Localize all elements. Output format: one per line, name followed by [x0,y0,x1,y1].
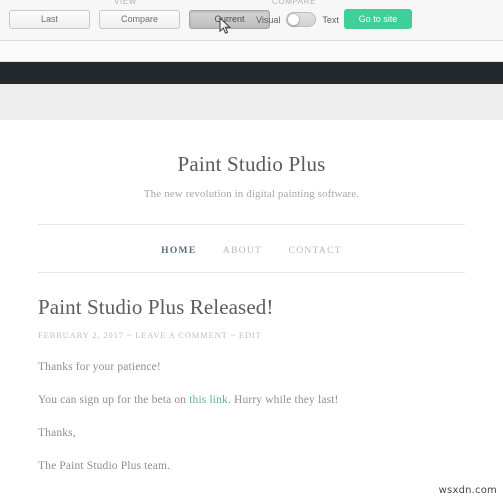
post-paragraph-4: The Paint Studio Plus team. [38,460,171,472]
nav-item-contact[interactable]: CONTACT [289,246,342,256]
toggle-label-text: Text [322,14,339,25]
this-link[interactable]: this link [189,394,228,406]
site-preview-frame: Paint Studio Plus The new revolution in … [0,41,503,500]
post-paragraph-1: Thanks for your patience! [38,361,161,373]
toggle-knob [287,13,301,26]
paragraph-2-text-after: . Hurry while they last! [227,394,339,406]
site-description: The new revolution in digital painting s… [143,188,360,200]
leave-a-comment-link[interactable]: LEAVE A COMMENT [135,330,227,340]
meta-separator-2: ~ [230,330,236,340]
post-title[interactable]: Paint Studio Plus Released! [38,295,465,320]
compare-button[interactable]: Compare [99,10,180,29]
blog-post: Paint Studio Plus Released! FEBRUARY 2, … [38,273,465,472]
preview-toolbar: View Compare Last Compare Current Visual… [0,0,503,41]
visual-text-toggle-group: Visual Text [256,12,339,27]
post-paragraph-3: Thanks, [38,427,76,439]
nav-item-home[interactable]: HOME [161,246,196,256]
preview-top-gap [0,41,503,62]
post-paragraph-2: You can sign up for the beta on this lin… [38,373,465,406]
wp-admin-bar[interactable] [0,62,503,84]
toggle-label-visual: Visual [256,14,281,25]
post-body: Thanks for your patience! You can sign u… [38,340,465,472]
edit-post-link[interactable]: EDIT [239,330,262,340]
post-meta: FEBRUARY 2, 2017 ~ LEAVE A COMMENT ~ EDI… [38,320,465,340]
site-content: Paint Studio Plus The new revolution in … [0,120,503,472]
view-button-group: Last Compare Current [9,10,279,29]
visual-text-toggle[interactable] [286,12,317,27]
post-date: FEBRUARY 2, 2017 [38,330,124,340]
paragraph-2-text-before: You can sign up for the beta on [38,394,190,406]
primary-navigation: HOME ABOUT CONTACT [38,225,465,272]
meta-separator-1: ~ [126,330,133,340]
watermark: wsxdn.com [438,485,497,496]
view-group-label: View [114,0,137,6]
compare-group-label: Compare [272,0,317,6]
site-title: Paint Studio Plus [177,152,326,176]
go-to-site-button[interactable]: Go to site [344,9,412,29]
preview-gray-strip [0,84,503,120]
last-button[interactable]: Last [9,10,90,29]
nav-item-about[interactable]: ABOUT [223,246,262,256]
